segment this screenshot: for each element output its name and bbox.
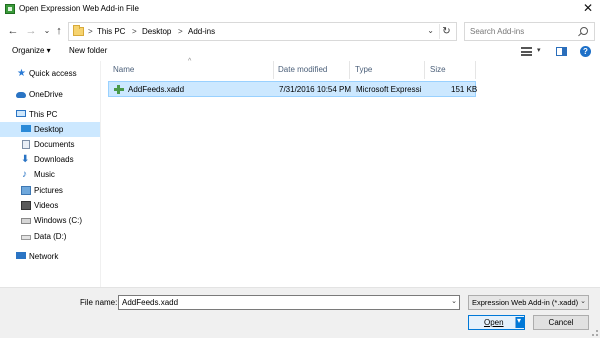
sidebar-item-videos[interactable]: Videos [0, 198, 100, 213]
navigation-bar: ← → ⌄ ↑ > This PC > Desktop > Add-ins ⌄ … [0, 20, 600, 42]
sidebar-item-label: Desktop [34, 125, 64, 134]
download-icon: ⬇ [21, 154, 30, 165]
navigation-pane: ★ Quick access OneDrive This PC Desktop … [0, 61, 101, 287]
column-divider[interactable] [273, 61, 274, 79]
breadcrumb-separator[interactable]: > [178, 27, 183, 36]
breadcrumb-separator[interactable]: > [88, 27, 93, 36]
up-button[interactable]: ↑ [52, 23, 66, 39]
command-bar: Organize ▾ New folder ▾ ? [0, 42, 600, 61]
file-list: ^ Name Date modified Type Size AddFeeds.… [102, 58, 600, 287]
cancel-button-label: Cancel [548, 318, 574, 327]
chevron-down-icon[interactable]: ⌄ [580, 297, 586, 305]
sidebar-item-label: Videos [34, 201, 59, 210]
sidebar-item-label: Quick access [29, 69, 77, 78]
file-type-filter[interactable]: Expression Web Add-in (*.xadd) ⌄ [468, 295, 589, 310]
documents-icon [22, 140, 30, 149]
open-button[interactable]: Open [468, 315, 525, 330]
new-folder-button[interactable]: New folder [69, 46, 107, 55]
videos-icon [21, 201, 31, 210]
desktop-icon [21, 125, 31, 132]
view-options-dropdown[interactable]: ▾ [537, 46, 541, 54]
sidebar-item-desktop[interactable]: Desktop [0, 122, 100, 137]
file-name-cell: AddFeeds.xadd [128, 85, 185, 94]
column-divider[interactable] [349, 61, 350, 79]
sidebar-item-network[interactable]: Network [0, 249, 100, 264]
sidebar-item-label: Data (D:) [34, 232, 67, 241]
sidebar-item-label: Music [34, 170, 55, 179]
forward-button[interactable]: → [24, 23, 38, 39]
folder-icon [73, 25, 84, 36]
column-header-name[interactable]: Name [113, 65, 134, 74]
dialog-footer: File name: AddFeeds.xadd ⌄ Expression We… [0, 287, 600, 338]
sidebar-item-downloads[interactable]: ⬇ Downloads [0, 152, 100, 167]
file-name-value[interactable]: AddFeeds.xadd [122, 298, 178, 307]
view-details-icon[interactable] [521, 47, 532, 56]
column-header-type[interactable]: Type [355, 65, 372, 74]
sidebar-item-music[interactable]: ♪ Music [0, 167, 100, 182]
sidebar-item-label: This PC [29, 110, 58, 119]
drive-icon [21, 235, 31, 240]
cancel-button[interactable]: Cancel [533, 315, 589, 330]
network-icon [16, 252, 26, 259]
back-button[interactable]: ← [6, 23, 20, 39]
addin-file-icon [114, 85, 124, 94]
sidebar-item-label: Documents [34, 140, 75, 149]
sidebar-item-label: OneDrive [29, 90, 63, 99]
app-icon [5, 4, 15, 14]
help-icon[interactable]: ? [580, 46, 591, 57]
sidebar-item-onedrive[interactable]: OneDrive [0, 87, 100, 102]
organize-button[interactable]: Organize ▾ [12, 46, 51, 55]
search-icon[interactable] [580, 27, 588, 35]
file-name-label: File name: [80, 298, 118, 307]
address-dropdown-button[interactable]: ⌄ [427, 26, 434, 35]
column-divider[interactable] [475, 61, 476, 79]
drive-icon [21, 218, 31, 224]
star-icon: ★ [17, 68, 26, 79]
sort-indicator-icon: ^ [188, 58, 192, 65]
file-type-cell: Microsoft Expressi... [356, 85, 422, 94]
file-name-input[interactable]: AddFeeds.xadd ⌄ [118, 295, 460, 310]
preview-pane-icon[interactable] [556, 47, 567, 56]
search-box[interactable]: Search Add-ins [464, 22, 595, 41]
window-title: Open Expression Web Add-in File [19, 4, 139, 13]
column-header-date-modified[interactable]: Date modified [278, 65, 327, 74]
sidebar-item-data-d[interactable]: Data (D:) [0, 229, 100, 244]
resize-grip[interactable] [592, 330, 598, 336]
pictures-icon [21, 186, 31, 195]
sidebar-item-label: Windows (C:) [34, 216, 83, 225]
column-divider[interactable] [424, 61, 425, 79]
sidebar-item-windows-c[interactable]: Windows (C:) [0, 213, 100, 228]
breadcrumb-desktop[interactable]: Desktop [142, 27, 171, 36]
file-type-filter-value[interactable]: Expression Web Add-in (*.xadd) [472, 298, 578, 307]
breadcrumb-add-ins[interactable]: Add-ins [188, 27, 215, 36]
sidebar-item-label: Network [29, 252, 59, 261]
open-options-dropdown[interactable] [515, 316, 524, 328]
refresh-button[interactable]: ↻ [439, 24, 453, 39]
sidebar-item-label: Downloads [34, 155, 74, 164]
sidebar-item-this-pc[interactable]: This PC [0, 107, 100, 122]
music-icon: ♪ [22, 169, 27, 180]
sidebar-item-label: Pictures [34, 186, 63, 195]
computer-icon [16, 110, 26, 117]
sidebar-item-quick-access[interactable]: ★ Quick access [0, 66, 100, 81]
column-header-size[interactable]: Size [430, 65, 446, 74]
file-date-cell: 7/31/2016 10:54 PM [279, 85, 352, 94]
file-size-cell: 151 KB [451, 85, 478, 94]
address-bar[interactable]: > This PC > Desktop > Add-ins ⌄ ↻ [68, 22, 457, 41]
sidebar-item-documents[interactable]: Documents [0, 137, 100, 152]
file-row[interactable]: AddFeeds.xadd 7/31/2016 10:54 PM Microso… [108, 81, 478, 97]
search-input[interactable]: Search Add-ins [470, 27, 524, 36]
close-button[interactable]: ✕ [578, 1, 598, 17]
title-bar: Open Expression Web Add-in File ✕ [0, 0, 600, 18]
cloud-icon [16, 92, 26, 98]
breadcrumb-this-pc[interactable]: This PC [97, 27, 125, 36]
sidebar-item-pictures[interactable]: Pictures [0, 183, 100, 198]
chevron-down-icon[interactable]: ⌄ [451, 297, 457, 305]
open-button-label: Open [484, 318, 504, 327]
breadcrumb-separator[interactable]: > [132, 27, 137, 36]
